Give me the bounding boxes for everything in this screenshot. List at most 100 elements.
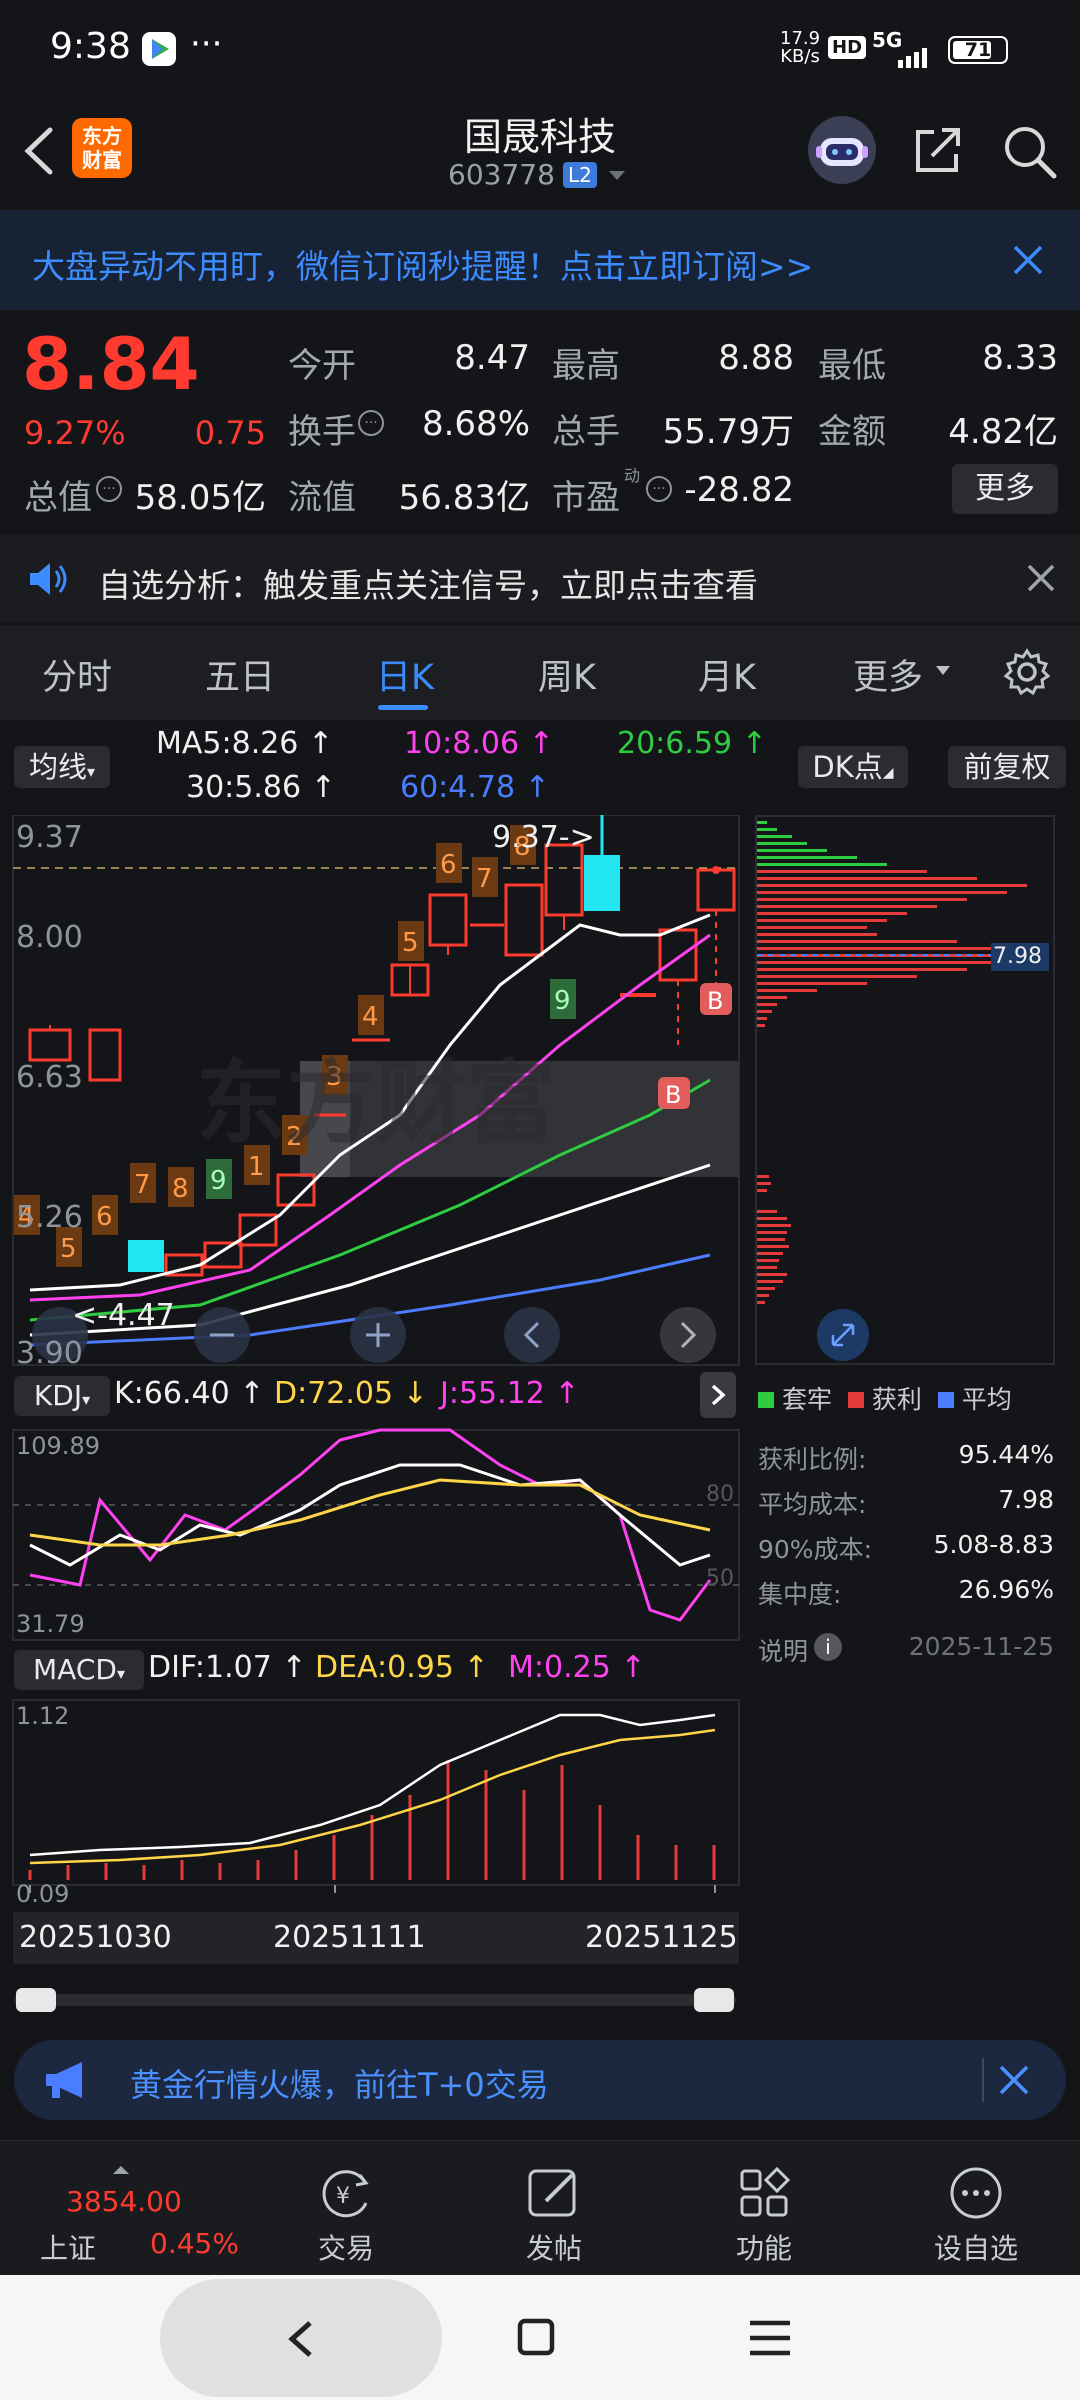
- expand-indicator-button[interactable]: [700, 1372, 736, 1418]
- kdj-k-line: [29, 1463, 711, 1567]
- cost-price-label: 7.98: [993, 944, 1042, 969]
- svg-text:B: B: [707, 987, 723, 1015]
- avg-cost-value: 7.98: [998, 1485, 1054, 1514]
- dock-trade[interactable]: 交易: [276, 2227, 416, 2267]
- pe-label: 市盈: [552, 478, 620, 518]
- apps-icon[interactable]: [736, 2165, 792, 2221]
- high-price-marker: 9.37->: [492, 820, 595, 855]
- scroll-handle-right[interactable]: [694, 1988, 734, 2012]
- chart-scrollbar[interactable]: [14, 1988, 736, 2012]
- macd-tick-bottom: 0.09: [16, 1880, 70, 1908]
- turnover-label: 换手: [288, 412, 356, 452]
- dock-functions[interactable]: 功能: [694, 2227, 834, 2267]
- cost-90-value: 5.08-8.83: [933, 1530, 1054, 1559]
- tab-weekly-k[interactable]: 周K: [538, 649, 596, 700]
- trade-icon[interactable]: ¥: [316, 2165, 376, 2221]
- tab-monthly-k[interactable]: 月K: [698, 649, 756, 700]
- chip-date: 2025-11-25: [908, 1632, 1054, 1661]
- share-icon[interactable]: [910, 122, 966, 178]
- kdj-tick-top: 109.89: [16, 1432, 100, 1460]
- tab-daily-k[interactable]: 日K: [376, 649, 434, 700]
- assistant-robot-icon[interactable]: [808, 116, 876, 184]
- index-name[interactable]: 上证: [40, 2227, 96, 2267]
- banner-text[interactable]: 大盘异动不用盯，微信订阅秒提醒！点击立即订阅>>: [32, 240, 813, 288]
- price-tick: 5.26: [16, 1200, 83, 1235]
- search-icon[interactable]: [1000, 122, 1058, 180]
- chip-bars-green: [757, 821, 887, 866]
- last-price: 8.84: [22, 322, 200, 406]
- svg-text:5: 5: [402, 928, 419, 958]
- macd-tick-top: 1.12: [16, 1702, 70, 1730]
- gear-icon[interactable]: [1002, 647, 1052, 697]
- hd-icon: HD: [828, 36, 867, 59]
- network-speed: 17.9 KB/s: [780, 28, 821, 67]
- amount-label: 金额: [818, 412, 886, 452]
- tab-five-day[interactable]: 五日: [205, 649, 275, 700]
- compose-icon[interactable]: [526, 2165, 582, 2221]
- caret-up-icon: [113, 2166, 129, 2174]
- svg-text:6: 6: [440, 850, 457, 880]
- home-icon[interactable]: [516, 2317, 556, 2357]
- notice-bar[interactable]: 自选分析：触发重点关注信号，立即点击查看: [0, 535, 1080, 623]
- svg-text:9: 9: [554, 986, 571, 1016]
- chip-bars-red: [757, 870, 1027, 1304]
- info-icon[interactable]: i: [814, 1633, 842, 1661]
- chip-distribution-chart: [755, 815, 1055, 1365]
- ma-selector[interactable]: 均线▾: [14, 746, 110, 788]
- low-price-marker: <-4.47: [72, 1298, 175, 1333]
- bottom-dock: 3854.00 上证 0.45% ¥ 交易 发帖 功能 设自选: [0, 2140, 1080, 2275]
- subscribe-banner[interactable]: 大盘异动不用盯，微信订阅秒提醒！点击立即订阅>>: [0, 210, 1080, 310]
- kdj-tick-80: 80: [706, 1482, 734, 1507]
- tab-more[interactable]: 更多: [853, 649, 923, 700]
- chevron-down-icon[interactable]: [935, 665, 951, 677]
- dock-add-watchlist[interactable]: 设自选: [906, 2227, 1046, 2267]
- tab-intraday[interactable]: 分时: [42, 649, 112, 700]
- macd-chart: [12, 1699, 740, 1893]
- index-change[interactable]: 0.45%: [150, 2227, 239, 2260]
- volume-label: 总手: [552, 412, 620, 452]
- info-icon[interactable]: ···: [646, 476, 672, 502]
- profit-ratio-label: 获利比例:: [758, 1445, 867, 1474]
- chip-note-link[interactable]: 说明: [758, 1632, 808, 1668]
- dock-post[interactable]: 发帖: [484, 2227, 624, 2267]
- macd-selector[interactable]: MACD▾: [14, 1650, 144, 1690]
- open-value: 8.47: [454, 338, 530, 378]
- stock-code: 603778: [448, 158, 555, 191]
- more-notifications-icon: ···: [190, 24, 223, 64]
- date-axis: 20251030 20251111 20251125: [13, 1912, 739, 1964]
- more-circle-icon[interactable]: [948, 2165, 1004, 2221]
- notice-text[interactable]: 自选分析：触发重点关注信号，立即点击查看: [98, 559, 758, 607]
- kdj-d-line: [29, 1478, 711, 1547]
- promo-banner[interactable]: 黄金行情火爆，前往T+0交易: [14, 2040, 1066, 2120]
- concentration-value: 26.96%: [958, 1575, 1054, 1604]
- price-tick: 6.63: [16, 1060, 83, 1095]
- dk-point-button[interactable]: DK点◢: [798, 746, 908, 788]
- close-icon[interactable]: [1026, 563, 1056, 593]
- chevron-down-icon[interactable]: [608, 170, 626, 182]
- promo-text[interactable]: 黄金行情火爆，前往T+0交易: [130, 2060, 549, 2106]
- signal-icon: [898, 48, 927, 68]
- close-icon[interactable]: [998, 2064, 1030, 2096]
- price-adjust-button[interactable]: 前复权: [948, 746, 1066, 788]
- info-icon[interactable]: ···: [96, 476, 122, 502]
- kdj-k-value: K:66.40 ↑: [114, 1376, 265, 1411]
- back-icon: [288, 2321, 312, 2357]
- menu-icon[interactable]: [748, 2319, 792, 2357]
- nav-back-button[interactable]: [160, 2279, 442, 2397]
- system-nav-bar: [0, 2275, 1080, 2400]
- svg-text:7: 7: [476, 864, 493, 894]
- tab-indicator: [378, 705, 428, 710]
- index-value[interactable]: 3854.00: [66, 2185, 182, 2218]
- scroll-handle-left[interactable]: [16, 1988, 56, 2012]
- info-icon[interactable]: ···: [358, 410, 384, 436]
- more-button[interactable]: 更多: [952, 464, 1058, 514]
- watermark: 东方财富: [196, 1051, 556, 1156]
- macd-dif-value: DIF:1.07 ↑: [148, 1650, 307, 1685]
- chip-legend: 套牢 获利 平均: [758, 1380, 1012, 1416]
- float-label: 流值: [288, 478, 356, 518]
- ma30-value: 30:5.86 ↑: [186, 770, 336, 805]
- kdj-selector[interactable]: KDJ▾: [14, 1376, 110, 1416]
- close-icon[interactable]: [1012, 244, 1044, 276]
- ma5-value: MA5:8.26 ↑: [156, 726, 334, 761]
- cost-90-label: 90%成本:: [758, 1535, 872, 1564]
